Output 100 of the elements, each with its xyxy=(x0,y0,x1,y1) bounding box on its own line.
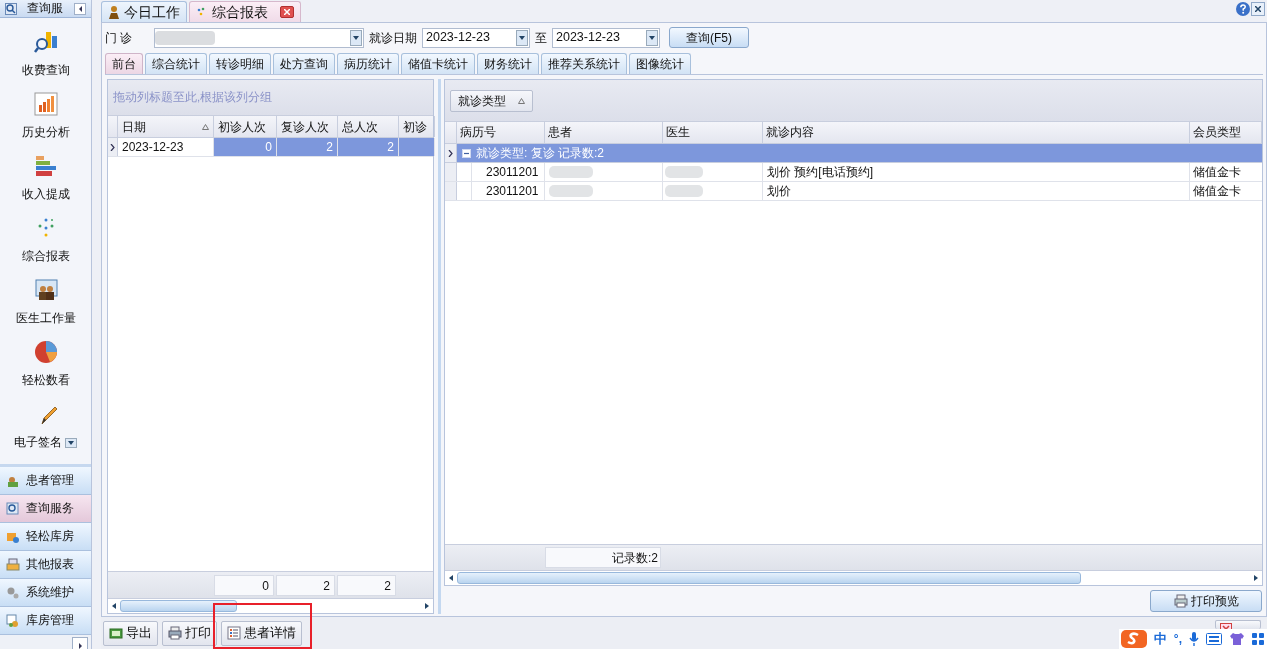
nav-group[interactable]: 轻松库房 xyxy=(0,523,91,551)
sidebar-item[interactable]: 历史分析 xyxy=(21,124,70,142)
language-toggle[interactable]: 中 xyxy=(1153,629,1167,649)
sidebar-item[interactable]: 轻松数看 xyxy=(21,372,70,390)
sub-tab[interactable]: 图像统计 xyxy=(629,53,691,74)
table-cell-text: 储值金卡 xyxy=(1192,164,1242,181)
spreadsheet-icon xyxy=(109,626,123,640)
splitter-handle[interactable] xyxy=(437,79,441,614)
print-preview-button[interactable]: 打印预览 xyxy=(1150,590,1262,612)
scrollbar-thumb[interactable] xyxy=(120,600,237,612)
chevron-right-icon xyxy=(448,149,453,157)
sidebar-title: 查询服 xyxy=(27,0,63,16)
chevron-left-icon[interactable] xyxy=(112,603,116,609)
sub-tab[interactable]: 财务统计 xyxy=(477,53,539,74)
column-header[interactable]: 医生 xyxy=(663,122,763,143)
gears-icon xyxy=(6,585,20,600)
table-cell: 2 xyxy=(338,138,399,156)
horizontal-scrollbar[interactable] xyxy=(108,598,433,613)
chevron-left-icon xyxy=(77,5,83,12)
sub-tab[interactable]: 储值卡统计 xyxy=(401,53,475,74)
total-cell: 2 xyxy=(276,574,335,596)
sub-tab[interactable]: 推荐关系统计 xyxy=(541,53,627,74)
people-board-icon xyxy=(33,278,58,302)
toolbar-button[interactable]: 患者详情 xyxy=(221,620,302,646)
nav-group[interactable]: 其他报表 xyxy=(0,551,91,579)
caret-down-icon xyxy=(68,440,74,445)
start-date-field[interactable]: 2023-12-23 xyxy=(422,27,530,48)
sub-tab[interactable]: 处方查询 xyxy=(273,53,335,74)
column-header[interactable]: 复诊人次 xyxy=(277,116,338,137)
group-hint: 拖动列标题至此,根据该列分组 xyxy=(113,89,273,105)
toolbar-button[interactable]: 打印 xyxy=(162,620,217,646)
sidebar-item[interactable]: 收入提成 xyxy=(21,186,70,204)
row-header[interactable] xyxy=(445,144,457,162)
list-icon xyxy=(227,626,241,640)
redacted-blur xyxy=(665,184,703,198)
scrollbar-thumb[interactable] xyxy=(457,572,1081,584)
nav-group[interactable]: 系统维护 xyxy=(0,579,91,607)
query-button[interactable]: 查询(F5) xyxy=(669,27,749,48)
close-button[interactable] xyxy=(1251,2,1265,16)
magnifier-chart-icon xyxy=(33,30,58,54)
sidebar-item[interactable]: 综合报表 xyxy=(21,248,70,266)
microphone-icon xyxy=(1189,631,1199,647)
column-header[interactable]: 总人次 xyxy=(338,116,399,137)
sub-tab[interactable]: 病历统计 xyxy=(337,53,399,74)
column-header[interactable]: 初诊人次 xyxy=(214,116,277,137)
column-header[interactable]: 病历号 xyxy=(457,122,545,143)
row-header[interactable] xyxy=(108,138,118,156)
total-cell: 2 xyxy=(337,574,396,596)
collapse-button[interactable] xyxy=(74,2,86,15)
redacted-blur xyxy=(549,184,593,198)
total-cell: 0 xyxy=(214,574,274,596)
redacted-blur xyxy=(665,165,703,179)
printer-icon xyxy=(168,626,182,640)
dropdown-button[interactable] xyxy=(65,437,77,448)
chevron-right-icon[interactable] xyxy=(1254,575,1258,581)
date-label: 就诊日期 xyxy=(369,29,417,47)
clinic-label: 门 诊 xyxy=(105,29,134,47)
column-header[interactable]: 日期 xyxy=(118,116,214,137)
nav-group[interactable]: 查询服务 xyxy=(0,495,91,523)
record-count: 记录数:2 xyxy=(545,547,661,568)
close-icon xyxy=(284,9,290,15)
column-header[interactable]: 初诊 xyxy=(399,116,435,137)
sub-tab[interactable]: 综合统计 xyxy=(145,53,207,74)
caret-down-icon xyxy=(519,35,525,40)
column-header[interactable]: 患者 xyxy=(545,122,663,143)
end-date-field[interactable]: 2023-12-23 xyxy=(552,27,660,48)
printer-icon xyxy=(1173,594,1188,608)
caret-down-icon xyxy=(353,35,359,40)
table-cell: 23011201 xyxy=(471,182,544,200)
redacted-blur xyxy=(549,165,593,179)
sub-tab[interactable]: 前台 xyxy=(105,53,143,74)
toolbar-button[interactable]: 导出 xyxy=(103,620,158,646)
group-by-chip[interactable]: 就诊类型 xyxy=(450,89,533,112)
close-icon xyxy=(1255,6,1261,12)
document-tab[interactable]: 今日工作 xyxy=(101,1,187,22)
minus-icon[interactable] xyxy=(462,148,471,158)
table-cell: 2 xyxy=(277,138,338,156)
sub-tab[interactable]: 转诊明细 xyxy=(209,53,271,74)
horizontal-scrollbar[interactable] xyxy=(445,570,1262,585)
shirt-icon xyxy=(1229,632,1245,646)
nav-group[interactable]: 库房管理 xyxy=(0,607,91,635)
column-header[interactable]: 会员类型 xyxy=(1190,122,1262,143)
person-icon xyxy=(108,5,120,19)
help-icon xyxy=(1236,2,1250,16)
table-cell: 23011201 xyxy=(471,163,544,181)
sort-triangle-icon xyxy=(518,97,525,104)
table-cell: 划价 xyxy=(763,182,1190,200)
redacted-blur xyxy=(155,29,215,46)
sidebar-item[interactable]: 电子签名 xyxy=(14,434,62,452)
stacked-bars-icon xyxy=(33,154,58,178)
nav-group[interactable]: 患者管理 xyxy=(0,467,91,495)
document-tab[interactable]: 综合报表 xyxy=(189,1,301,22)
punctuation-toggle[interactable]: °, xyxy=(1173,630,1182,648)
to-label: 至 xyxy=(535,29,547,47)
chevron-left-icon[interactable] xyxy=(449,575,453,581)
sidebar-item[interactable]: 医生工作量 xyxy=(15,310,76,328)
column-header[interactable]: 就诊内容 xyxy=(763,122,1190,143)
chevron-right-icon[interactable] xyxy=(425,603,429,609)
sidebar-item[interactable]: 收费查询 xyxy=(21,62,70,80)
close-tab-button[interactable] xyxy=(280,6,294,18)
